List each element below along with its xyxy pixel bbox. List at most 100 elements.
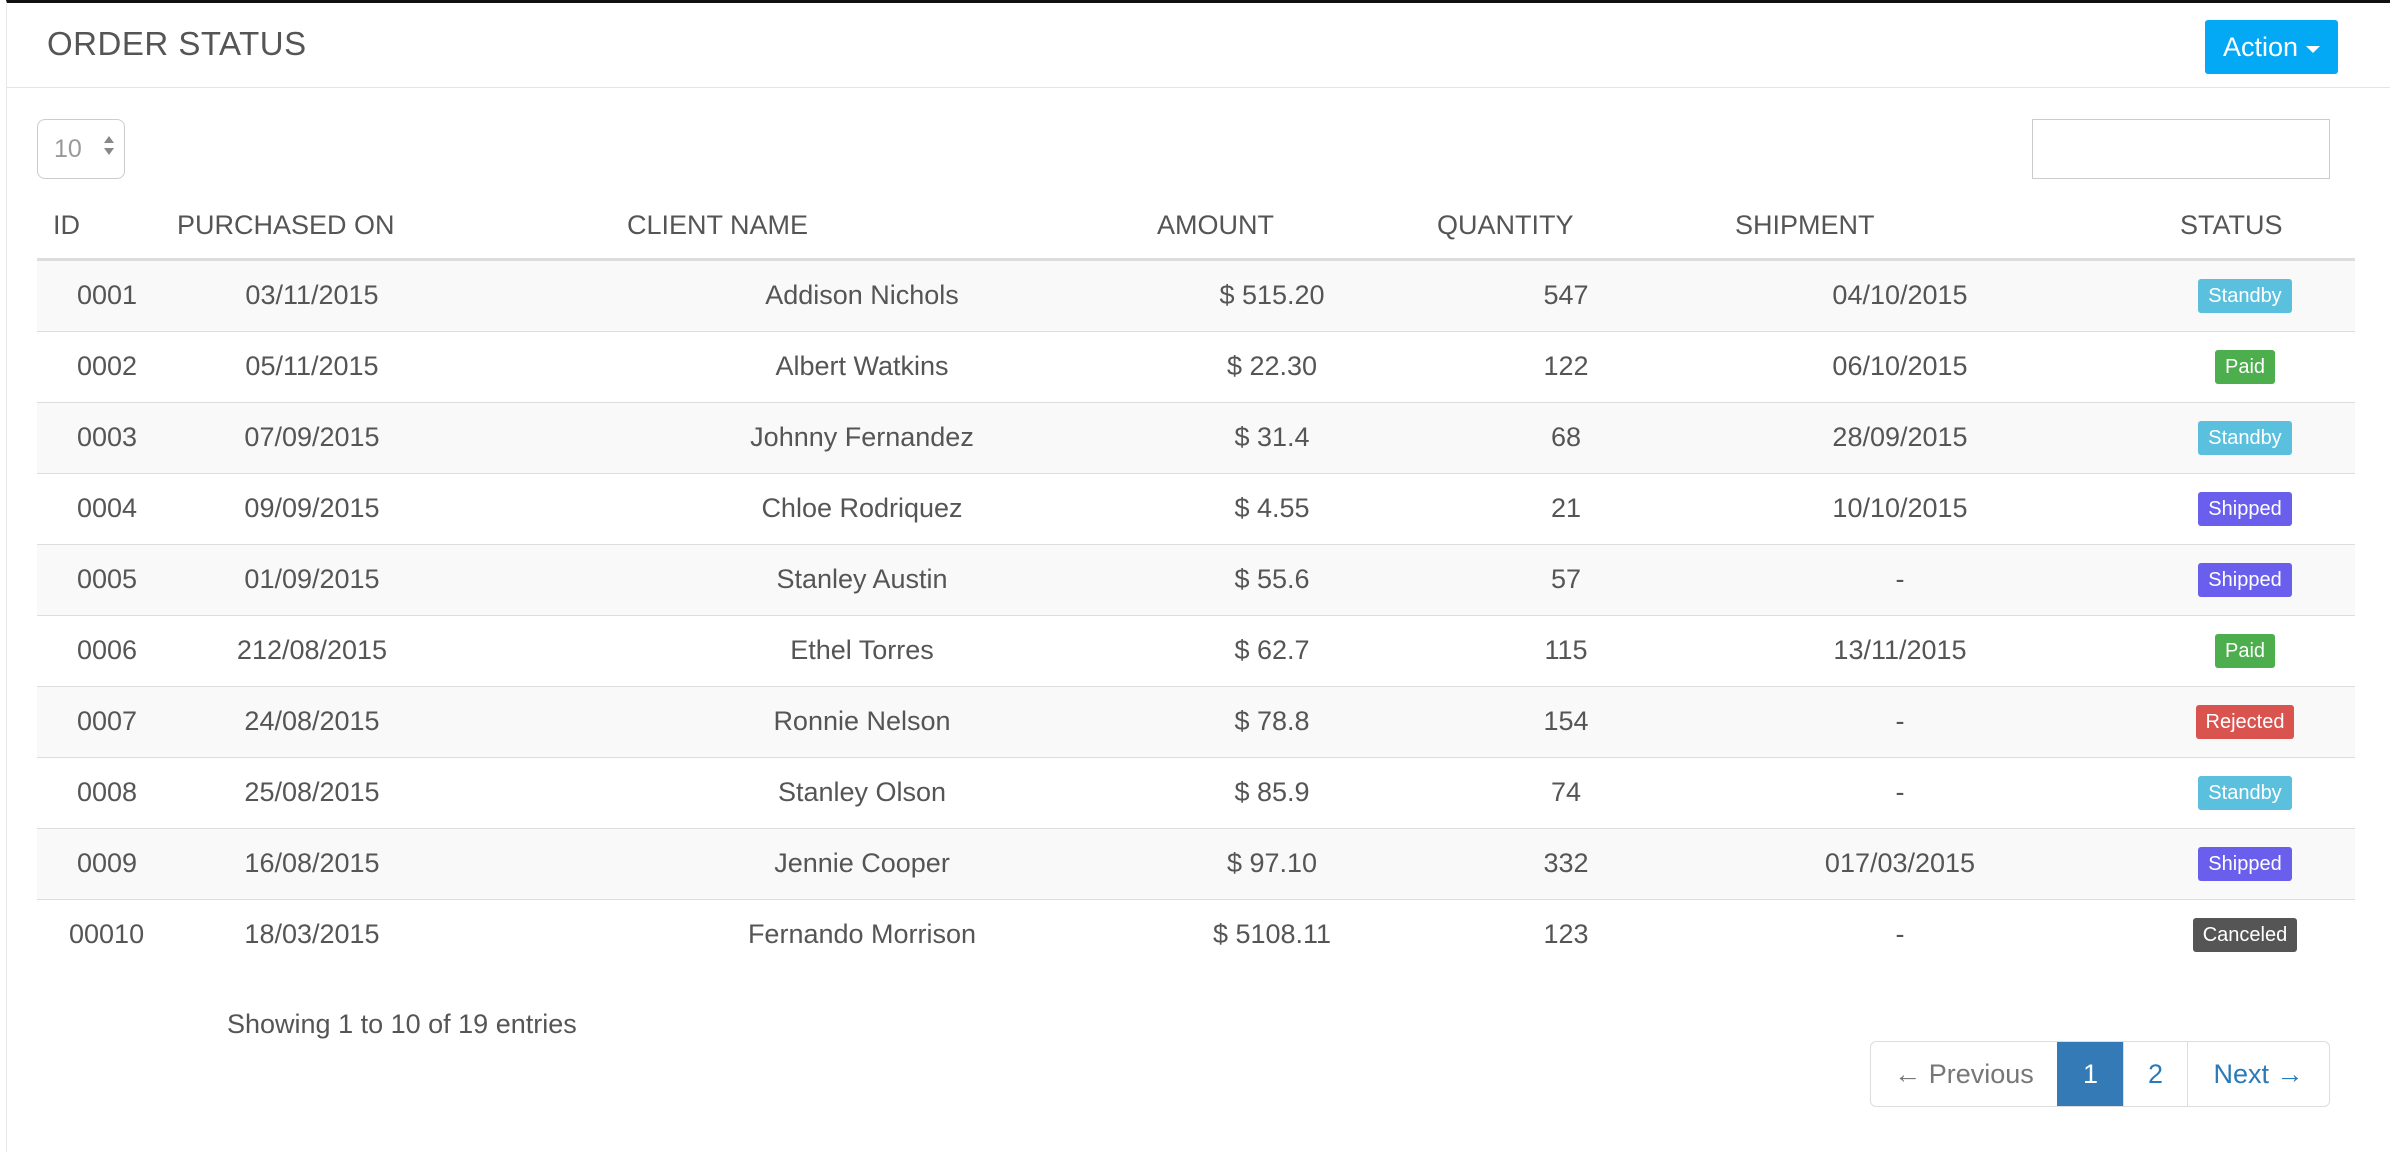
cell-id: 00010 — [69, 919, 145, 949]
table-row: 00010 18/03/2015 Fernando Morrison $ 510… — [37, 899, 2355, 970]
column-header-id[interactable]: ID — [37, 193, 177, 261]
cell-client-name: Ronnie Nelson — [627, 686, 1157, 758]
column-header-shipment[interactable]: SHIPMENT — [1735, 193, 2095, 261]
cell-status: Shipped — [2095, 544, 2355, 616]
pagination: ← Previous 1 2 Next → — [1870, 1041, 2330, 1107]
cell-quantity: 122 — [1437, 331, 1735, 403]
cell-status: Standby — [2095, 757, 2355, 829]
status-badge: Paid — [2214, 350, 2276, 384]
cell-amount: $ 78.8 — [1157, 686, 1437, 758]
cell-shipment: 06/10/2015 — [1735, 331, 2095, 403]
cell-client-name: Albert Watkins — [627, 331, 1157, 403]
cell-amount: $ 62.7 — [1157, 615, 1437, 687]
cell-shipment: - — [1895, 919, 1905, 949]
cell-id: 0001 — [37, 259, 177, 332]
cell-status: Standby — [2095, 259, 2355, 332]
panel-title: ORDER STATUS — [47, 25, 307, 62]
cell-client-name: Jennie Cooper — [627, 828, 1157, 900]
table-row: 0006 212/08/2015 Ethel Torres $ 62.7 115… — [37, 615, 2355, 687]
column-header-client-name[interactable]: CLIENT NAME — [627, 193, 1157, 261]
panel-header: ORDER STATUS Action — [7, 3, 2390, 88]
cell-shipment: 13/11/2015 — [1735, 615, 2095, 687]
cell-id: 0005 — [37, 544, 177, 616]
status-badge: Shipped — [2198, 847, 2292, 881]
cell-status: Canceled — [2095, 899, 2355, 970]
cell-shipment: 10/10/2015 — [1735, 473, 2095, 545]
table-row: 0007 24/08/2015 Ronnie Nelson $ 78.8 154… — [37, 686, 2355, 758]
cell-purchased-on: 01/09/2015 — [177, 544, 627, 616]
select-arrows-icon — [104, 136, 114, 162]
cell-purchased-on: 07/09/2015 — [177, 402, 627, 474]
page-length-value: 10 — [54, 134, 82, 163]
action-dropdown-button[interactable]: Action — [2204, 20, 2338, 74]
cell-amount: $ 85.9 — [1157, 757, 1437, 829]
cell-amount: $ 5108.11 — [1212, 919, 1332, 949]
table-row: 0008 25/08/2015 Stanley Olson $ 85.9 74 … — [37, 757, 2355, 829]
cell-purchased-on: 03/11/2015 — [177, 259, 627, 332]
status-badge: Standby — [2198, 421, 2292, 455]
table-row: 0009 16/08/2015 Jennie Cooper $ 97.10 33… — [37, 828, 2355, 900]
cell-id: 0006 — [37, 615, 177, 687]
cell-quantity: 332 — [1437, 828, 1735, 900]
cell-shipment: 017/03/2015 — [1735, 828, 2095, 900]
status-badge: Canceled — [2192, 918, 2298, 952]
column-header-purchased-on[interactable]: PURCHASED ON — [177, 193, 627, 261]
cell-amount: $ 22.30 — [1157, 331, 1437, 403]
order-status-panel: ORDER STATUS Action 10 ID PURCHASED ON C… — [6, 0, 2390, 1152]
cell-quantity: 547 — [1437, 259, 1735, 332]
cell-amount: $ 55.6 — [1157, 544, 1437, 616]
caret-down-icon — [2306, 45, 2320, 53]
cell-shipment: 04/10/2015 — [1735, 259, 2095, 332]
cell-client-name: Ethel Torres — [627, 615, 1157, 687]
cell-purchased-on: 05/11/2015 — [177, 331, 627, 403]
status-badge: Standby — [2198, 776, 2292, 810]
cell-id: 0007 — [37, 686, 177, 758]
cell-status: Paid — [2095, 331, 2355, 403]
cell-amount: $ 31.4 — [1157, 402, 1437, 474]
cell-quantity: 57 — [1437, 544, 1735, 616]
cell-amount: $ 515.20 — [1157, 259, 1437, 332]
table-row: 0004 09/09/2015 Chloe Rodriquez $ 4.55 2… — [37, 473, 2355, 545]
cell-purchased-on: 16/08/2015 — [177, 828, 627, 900]
cell-client-name: Fernando Morrison — [747, 919, 977, 949]
cell-shipment: - — [1735, 686, 2095, 758]
cell-purchased-on: 212/08/2015 — [177, 615, 627, 687]
cell-amount: $ 97.10 — [1157, 828, 1437, 900]
cell-client-name: Stanley Olson — [627, 757, 1157, 829]
cell-quantity: 154 — [1437, 686, 1735, 758]
column-header-amount[interactable]: AMOUNT — [1157, 193, 1437, 261]
page-1-button[interactable]: 1 — [2057, 1042, 2123, 1106]
cell-quantity: 115 — [1437, 615, 1735, 687]
cell-quantity: 21 — [1437, 473, 1735, 545]
status-badge: Paid — [2214, 634, 2276, 668]
cell-status: Rejected — [2095, 686, 2355, 758]
cell-shipment: - — [1735, 544, 2095, 616]
page-length-select[interactable]: 10 — [37, 119, 125, 179]
status-badge: Standby — [2198, 279, 2292, 313]
cell-amount: $ 4.55 — [1157, 473, 1437, 545]
table-row: 0003 07/09/2015 Johnny Fernandez $ 31.4 … — [37, 402, 2355, 474]
next-page-button[interactable]: Next → — [2187, 1042, 2329, 1106]
cell-id: 0003 — [37, 402, 177, 474]
table-header-row: ID PURCHASED ON CLIENT NAME AMOUNT QUANT… — [37, 193, 2355, 261]
table-row: 0001 03/11/2015 Addison Nichols $ 515.20… — [37, 259, 2355, 332]
action-button-label: Action — [2222, 31, 2298, 62]
cell-client-name: Johnny Fernandez — [627, 402, 1157, 474]
cell-status: Shipped — [2095, 473, 2355, 545]
column-header-quantity[interactable]: QUANTITY — [1437, 193, 1735, 261]
cell-id: 0008 — [37, 757, 177, 829]
column-header-status[interactable]: STATUS — [2095, 193, 2355, 261]
cell-quantity: 68 — [1437, 402, 1735, 474]
cell-client-name: Stanley Austin — [627, 544, 1157, 616]
search-input[interactable] — [2032, 119, 2330, 179]
cell-quantity: 123 — [1543, 919, 1589, 949]
cell-status: Standby — [2095, 402, 2355, 474]
cell-purchased-on: 25/08/2015 — [177, 757, 627, 829]
orders-table-body: 0001 03/11/2015 Addison Nichols $ 515.20… — [37, 259, 2355, 970]
orders-table: ID PURCHASED ON CLIENT NAME AMOUNT QUANT… — [37, 193, 2355, 970]
page-2-button[interactable]: 2 — [2123, 1042, 2187, 1106]
cell-status: Paid — [2095, 615, 2355, 687]
cell-purchased-on: 18/03/2015 — [244, 919, 380, 949]
previous-page-button[interactable]: ← Previous — [1871, 1042, 2057, 1106]
cell-id: 0002 — [37, 331, 177, 403]
